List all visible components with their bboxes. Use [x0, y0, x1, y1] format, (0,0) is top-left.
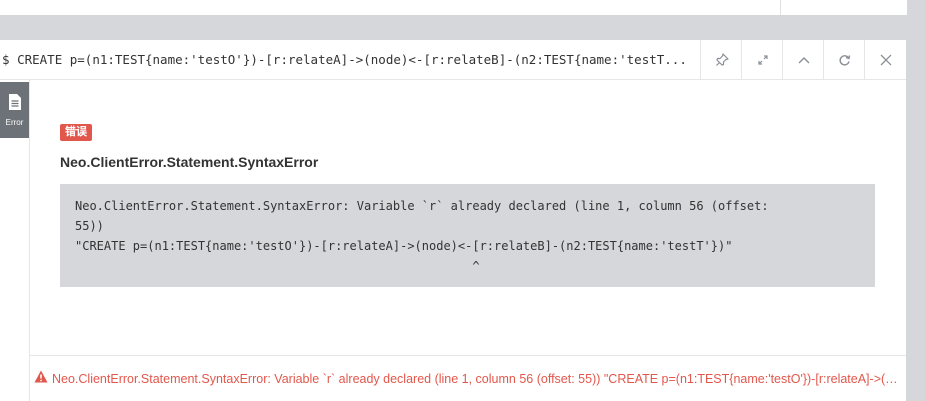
sidebar-tab-error[interactable]: Error: [0, 82, 29, 138]
rerun-button[interactable]: [823, 40, 865, 80]
sidebar-tab-label: Error: [5, 118, 24, 127]
command-line[interactable]: $ CREATE p=(n1:TEST{name:'testO'})-[r:re…: [2, 40, 696, 80]
error-badge: 错误: [60, 124, 92, 141]
error-detail-line: 55)): [75, 219, 104, 233]
frame-sidebar: Error: [0, 80, 30, 401]
error-content: 错误 Neo.ClientError.Statement.SyntaxError…: [30, 80, 906, 355]
fullscreen-button[interactable]: [741, 40, 783, 80]
error-detail-line: Neo.ClientError.Statement.SyntaxError: V…: [75, 199, 769, 213]
status-message: Neo.ClientError.Statement.SyntaxError: V…: [52, 371, 902, 386]
expand-icon: [757, 54, 769, 66]
collapse-button[interactable]: [782, 40, 824, 80]
error-details: Neo.ClientError.Statement.SyntaxError: V…: [60, 184, 875, 287]
error-detail-caret: ^: [75, 259, 480, 273]
close-icon: [880, 54, 892, 66]
status-bar: Neo.ClientError.Statement.SyntaxError: V…: [30, 355, 906, 401]
rerun-icon: [838, 54, 851, 67]
pin-button[interactable]: [700, 40, 742, 80]
command-prompt: $: [2, 52, 10, 67]
pin-icon: [715, 53, 729, 67]
command-text: CREATE p=(n1:TEST{name:'testO'})-[r:rela…: [17, 52, 687, 67]
previous-frame-body: [0, 0, 780, 15]
previous-frame-controls: [780, 0, 907, 15]
document-icon: [7, 93, 23, 116]
warning-icon: [34, 370, 48, 388]
close-button[interactable]: [864, 40, 906, 80]
error-title: Neo.ClientError.Statement.SyntaxError: [60, 154, 319, 170]
frame-header: $ CREATE p=(n1:TEST{name:'testO'})-[r:re…: [0, 40, 906, 80]
previous-frame: [0, 0, 907, 15]
error-detail-query: "CREATE p=(n1:TEST{name:'testO'})-[r:rel…: [75, 239, 733, 253]
result-frame: $ CREATE p=(n1:TEST{name:'testO'})-[r:re…: [0, 40, 906, 401]
collapse-icon: [797, 55, 811, 65]
